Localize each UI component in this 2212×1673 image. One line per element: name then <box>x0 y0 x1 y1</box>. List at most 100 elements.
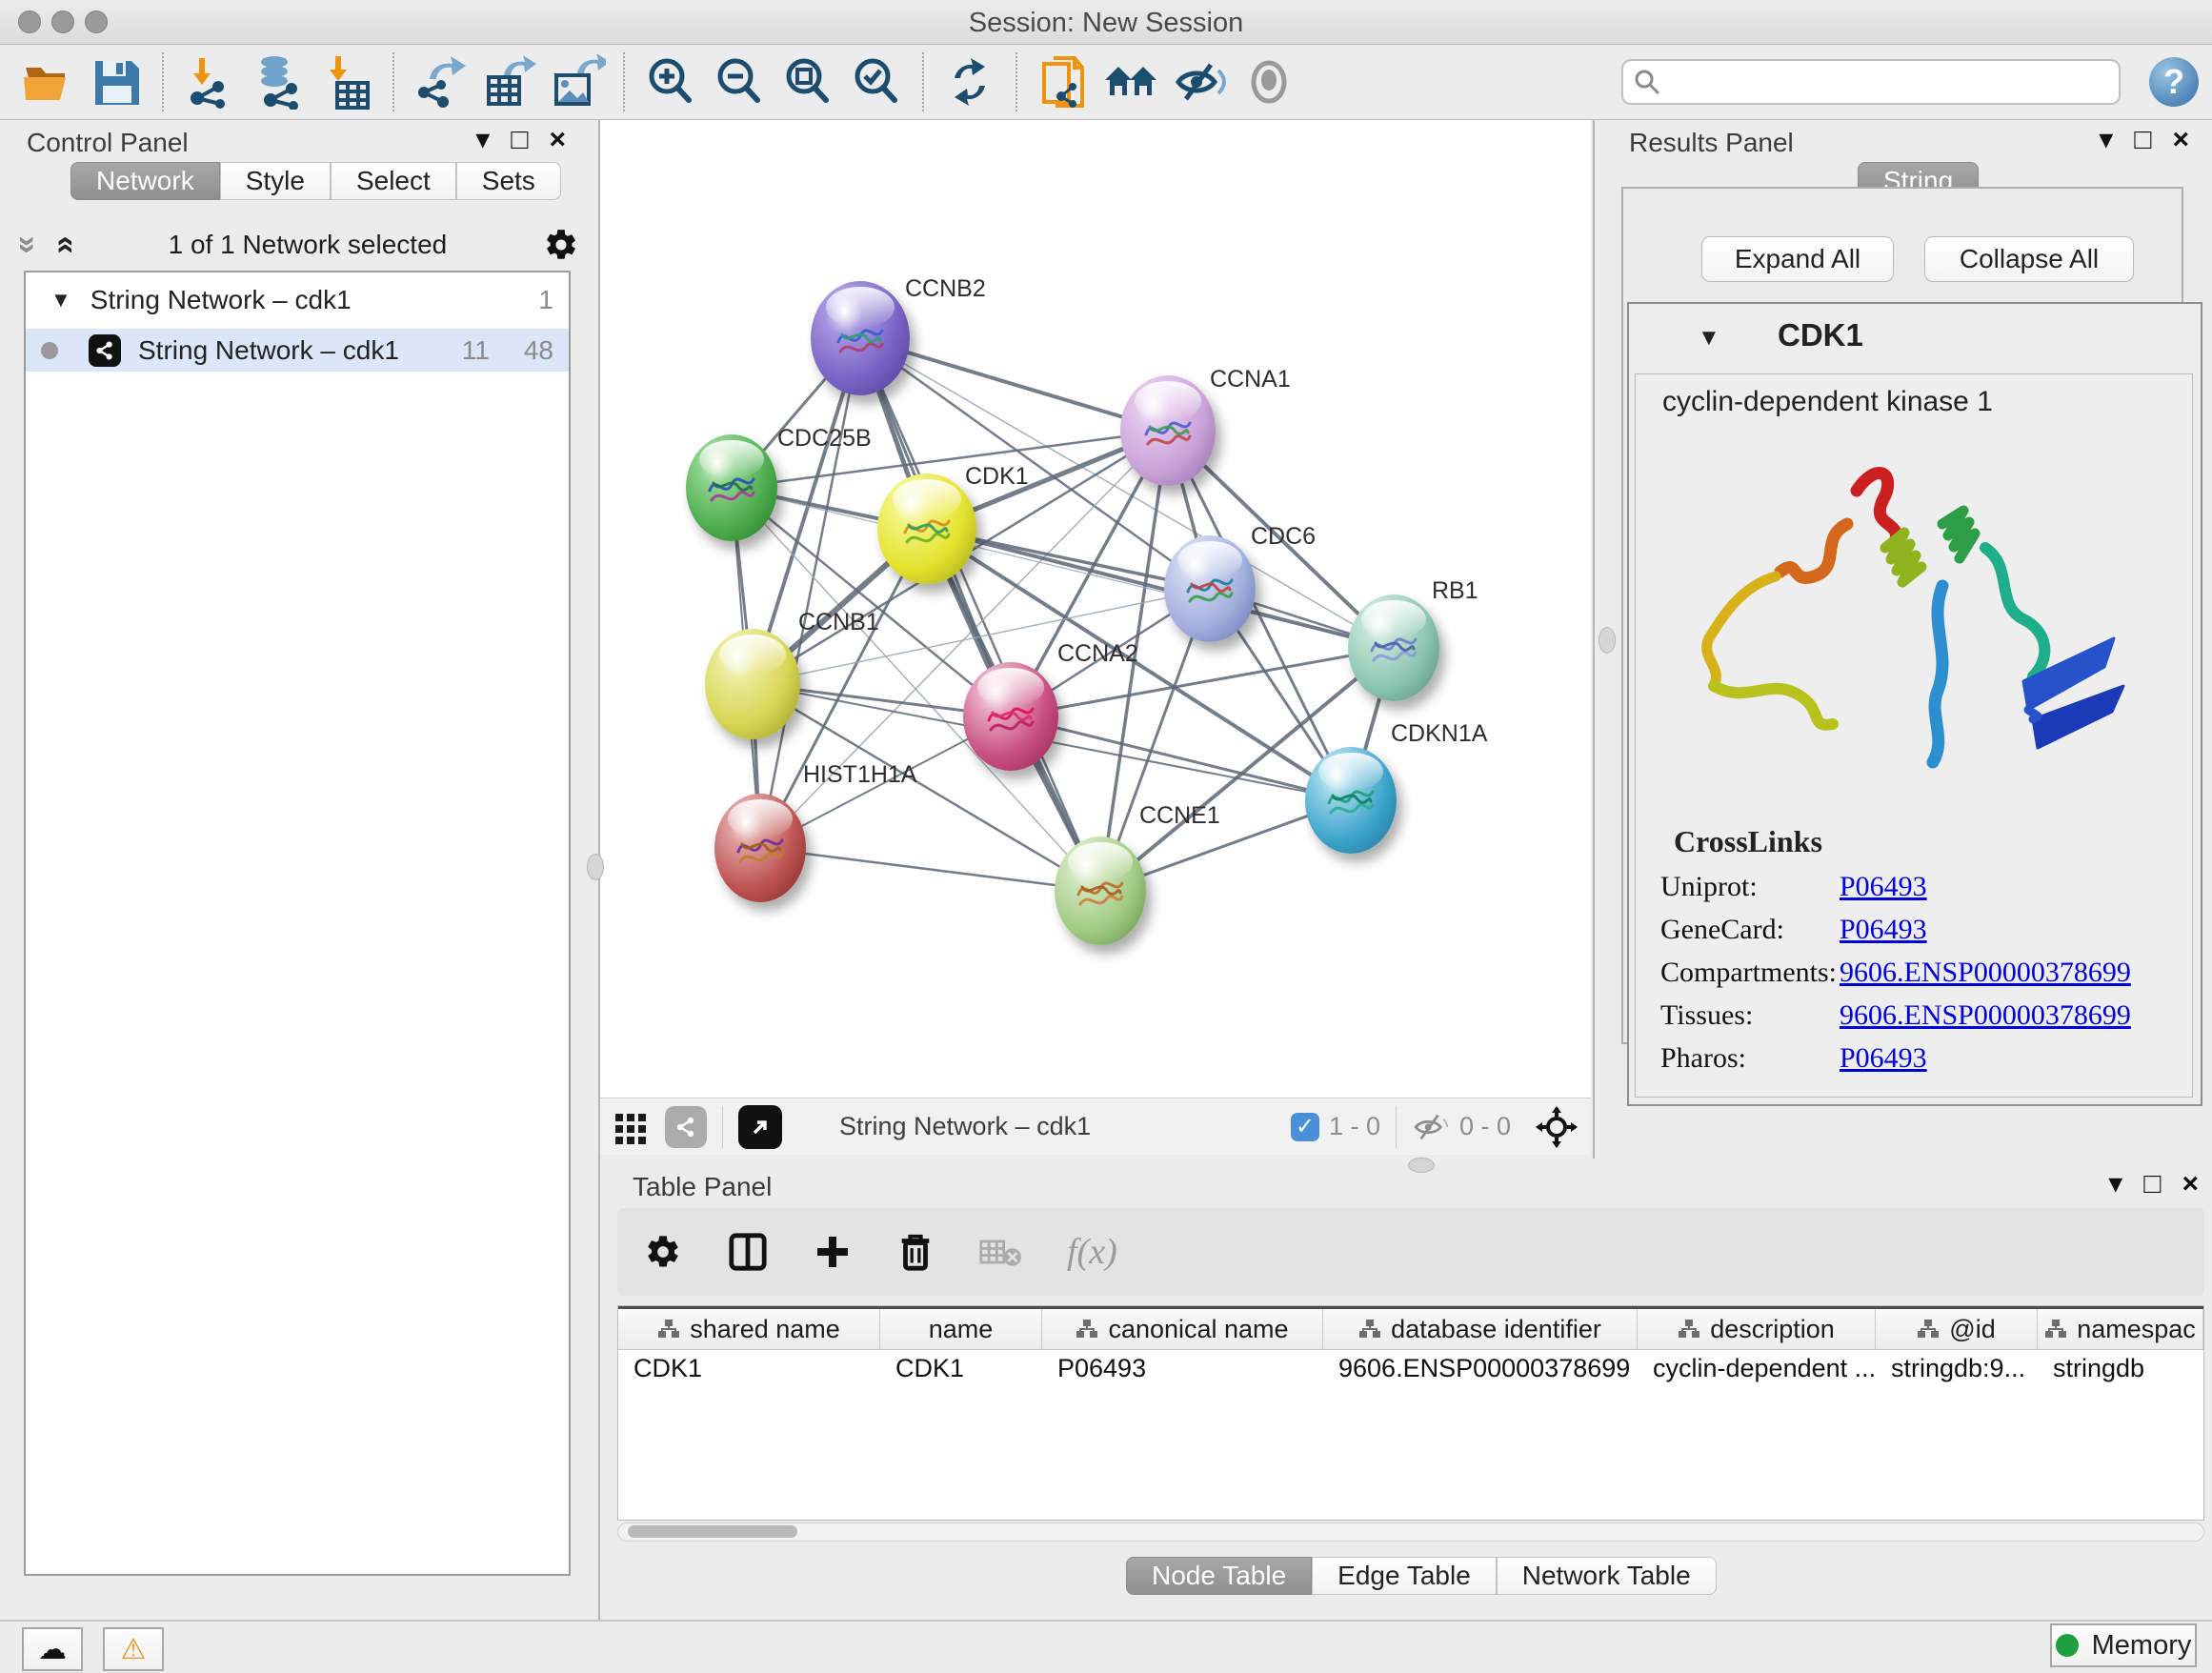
add-column-icon[interactable] <box>814 1233 852 1271</box>
left-splitter-handle[interactable] <box>587 854 604 880</box>
birdseye-crosshair-icon[interactable] <box>1536 1106 1578 1148</box>
panel-close-icon[interactable]: × <box>2182 1170 2199 1199</box>
export-network-button[interactable] <box>411 51 470 112</box>
import-network-file-button[interactable] <box>180 51 239 112</box>
node-CCNA2[interactable] <box>963 662 1058 771</box>
node-CCNE1[interactable] <box>1055 836 1146 945</box>
edge-HIST1H1A-CCNE1[interactable] <box>760 848 1100 891</box>
panel-float-icon[interactable]: □ <box>511 126 528 154</box>
panel-float-icon[interactable]: □ <box>2143 1170 2161 1199</box>
node-CDC6[interactable] <box>1164 535 1256 642</box>
table-cell[interactable]: CDK1 <box>618 1354 880 1383</box>
right-splitter-handle[interactable] <box>1599 627 1616 654</box>
zoom-selected-button[interactable] <box>847 51 906 112</box>
column-header-shared-name[interactable]: shared name <box>618 1309 880 1349</box>
show-columns-icon[interactable] <box>728 1232 768 1272</box>
node-CCNB1[interactable] <box>705 629 800 739</box>
search-input[interactable] <box>1661 67 2075 98</box>
import-network-database-button[interactable] <box>249 51 308 112</box>
tab-style[interactable]: Style <box>220 162 331 200</box>
column-header-@id[interactable]: @id <box>1876 1309 2038 1349</box>
network-collection-row[interactable]: ▼ String Network – cdk1 1 <box>26 272 569 321</box>
table-cell[interactable]: CDK1 <box>880 1354 1042 1383</box>
search-box[interactable] <box>1621 59 2121 105</box>
panel-menu-caret-icon[interactable]: ▾ <box>475 126 490 154</box>
panel-menu-caret-icon[interactable]: ▾ <box>2108 1170 2122 1199</box>
collapse-all-icon[interactable]: » <box>14 236 41 254</box>
selected-checkbox-icon[interactable]: ✓ <box>1291 1113 1319 1141</box>
zoom-out-button[interactable] <box>710 51 769 112</box>
table-cell[interactable]: 9606.ENSP00000378699 <box>1323 1354 1638 1383</box>
panel-float-icon[interactable]: □ <box>2134 126 2151 154</box>
tab-select[interactable]: Select <box>331 162 456 200</box>
tab-edge-table[interactable]: Edge Table <box>1312 1557 1497 1595</box>
panel-close-icon[interactable]: × <box>2172 126 2189 154</box>
export-image-button[interactable] <box>548 51 607 112</box>
gear-icon[interactable] <box>543 227 579 263</box>
expand-all-button[interactable]: Expand All <box>1701 236 1894 282</box>
crosslink-link[interactable]: P06493 <box>1840 914 1927 946</box>
crosslink-link[interactable]: P06493 <box>1840 1042 1927 1075</box>
panel-menu-caret-icon[interactable]: ▾ <box>2099 126 2113 154</box>
delete-column-icon[interactable] <box>897 1232 934 1272</box>
zoom-in-button[interactable] <box>641 51 700 112</box>
table-cell[interactable]: P06493 <box>1042 1354 1323 1383</box>
show-eye-button[interactable] <box>1239 51 1298 112</box>
network-canvas[interactable]: CCNB2CCNA1CDC25BCDK1CDC6RB1CCNB1CCNA2CDK… <box>600 120 1591 1098</box>
save-session-button[interactable] <box>87 51 146 112</box>
export-table-button[interactable] <box>479 51 538 112</box>
node-CCNB2[interactable] <box>811 281 910 395</box>
edge-CDC6-CCNB1[interactable] <box>753 589 1210 684</box>
open-session-button[interactable] <box>18 51 77 112</box>
tab-network-table[interactable]: Network Table <box>1497 1557 1717 1595</box>
node-CDC25B[interactable] <box>686 434 777 541</box>
table-cell[interactable]: cyclin-dependent ... <box>1638 1354 1876 1383</box>
column-header-canonical-name[interactable]: canonical name <box>1042 1309 1323 1349</box>
scrollbar-handle[interactable] <box>628 1525 797 1538</box>
crosslink-link[interactable]: P06493 <box>1840 871 1927 903</box>
column-header-database-identifier[interactable]: database identifier <box>1323 1309 1638 1349</box>
horizontal-splitter-handle[interactable] <box>1408 1158 1435 1173</box>
import-table-file-button[interactable] <box>317 51 376 112</box>
table-row[interactable]: CDK1CDK1P064939606.ENSP00000378699cyclin… <box>618 1350 2203 1386</box>
hidden-eye-slash-icon <box>1412 1112 1450 1142</box>
table-cell[interactable]: stringdb <box>2038 1354 2203 1383</box>
node-RB1[interactable] <box>1348 595 1439 701</box>
edge-CDK1-RB1[interactable] <box>927 529 1394 648</box>
grid-view-icon[interactable] <box>613 1110 648 1144</box>
node-HIST1H1A[interactable] <box>714 794 806 902</box>
memory-label: Memory <box>2092 1630 2192 1662</box>
network-row-selected[interactable]: String Network – cdk1 11 48 <box>26 329 569 372</box>
open-in-window-icon[interactable] <box>738 1105 782 1149</box>
column-header-namespac[interactable]: namespac <box>2038 1309 2203 1349</box>
tab-node-table[interactable]: Node Table <box>1126 1557 1312 1595</box>
hide-glasses-button[interactable] <box>1171 51 1230 112</box>
section-expanded-icon[interactable]: ▼ <box>1698 325 1720 352</box>
cloud-status-button[interactable]: ☁ <box>22 1627 83 1671</box>
crosslink-link[interactable]: 9606.ENSP00000378699 <box>1840 957 2131 989</box>
string-home-button[interactable] <box>1102 51 1161 112</box>
tab-network[interactable]: Network <box>70 162 220 200</box>
tab-sets[interactable]: Sets <box>456 162 561 200</box>
expand-all-icon[interactable]: » <box>50 236 76 254</box>
column-header-description[interactable]: description <box>1638 1309 1876 1349</box>
crosslink-link[interactable]: 9606.ENSP00000378699 <box>1840 999 2131 1032</box>
edge-CCNA2-CDKN1A[interactable] <box>1011 716 1351 800</box>
node-CCNA1[interactable] <box>1120 375 1216 486</box>
zoom-fit-button[interactable] <box>778 51 837 112</box>
column-header-name[interactable]: name <box>880 1309 1042 1349</box>
tree-expanded-icon[interactable]: ▼ <box>50 288 71 312</box>
copy-network-button[interactable] <box>1034 51 1093 112</box>
help-button[interactable]: ? <box>2149 57 2199 107</box>
table-cell[interactable]: stringdb:9... <box>1876 1354 2038 1383</box>
table-horizontal-scrollbar[interactable] <box>617 1522 2204 1542</box>
network-badge-icon[interactable] <box>665 1106 707 1148</box>
gear-icon[interactable] <box>644 1233 682 1271</box>
memory-button[interactable]: Memory <box>2050 1623 2197 1667</box>
panel-close-icon[interactable]: × <box>549 126 566 154</box>
collapse-all-button[interactable]: Collapse All <box>1924 236 2134 282</box>
warnings-button[interactable]: ⚠ <box>103 1627 164 1671</box>
node-CDK1[interactable] <box>877 474 976 584</box>
node-CDKN1A[interactable] <box>1305 747 1397 854</box>
refresh-view-button[interactable] <box>940 51 999 112</box>
